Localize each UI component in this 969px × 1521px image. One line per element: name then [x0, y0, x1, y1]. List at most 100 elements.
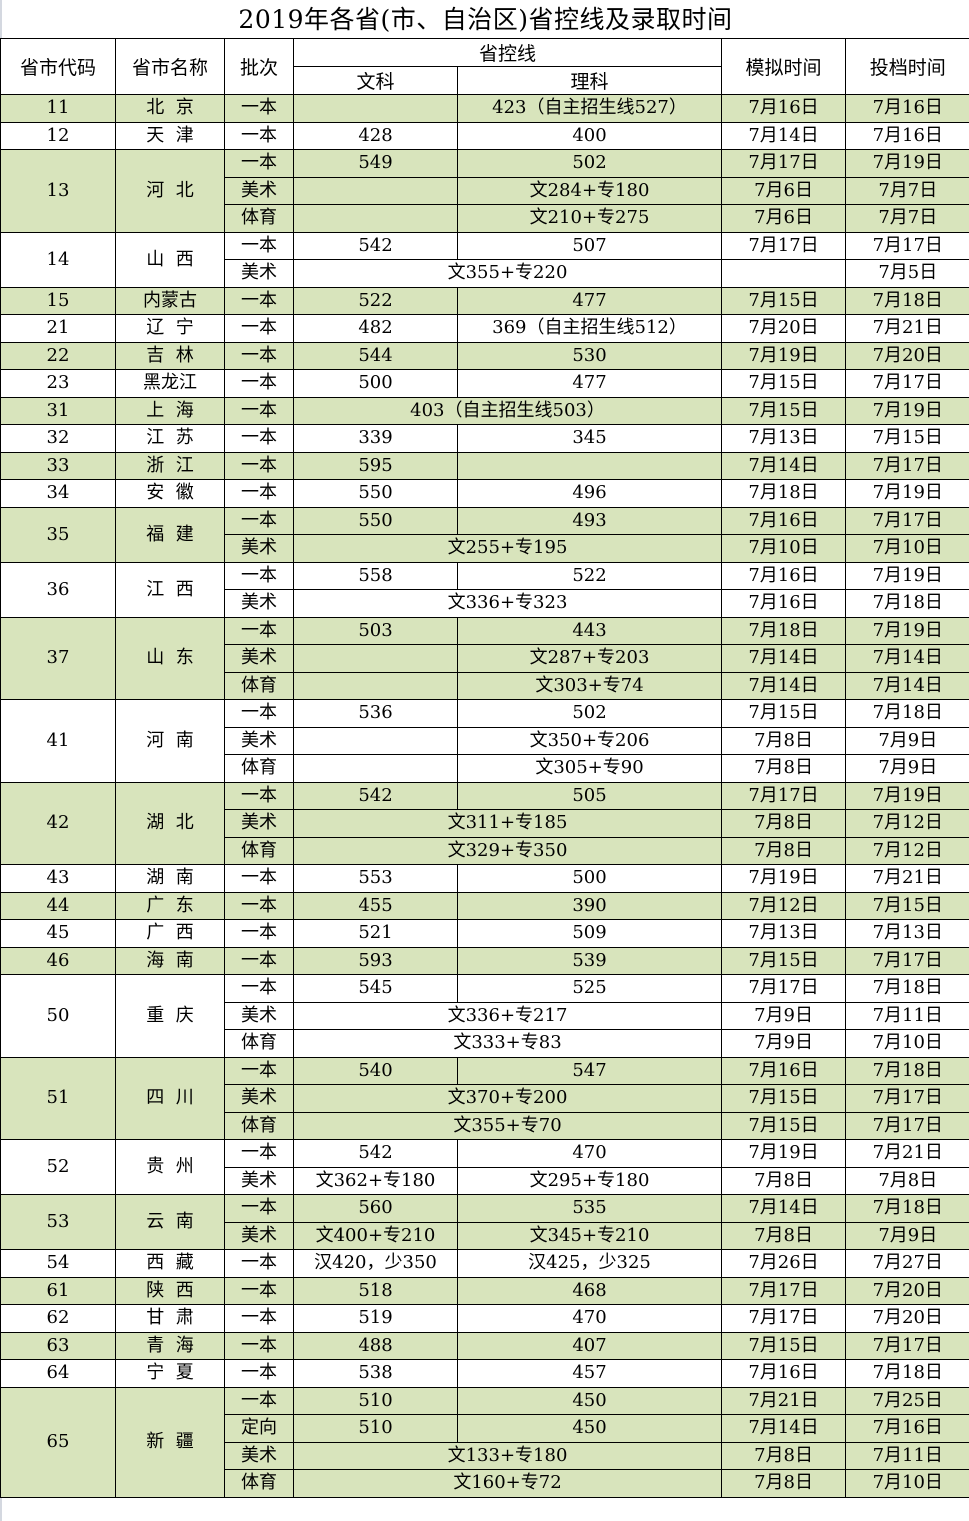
file-time-cell: 7月16日: [845, 94, 969, 123]
mock-time-cell: 7月8日: [721, 1166, 847, 1195]
province-name-cell: 陕 西: [115, 1276, 225, 1305]
mock-time-cell: 7月6日: [721, 176, 847, 205]
file-time-cell: 7月19日: [845, 781, 969, 810]
mock-time-cell: 7月15日: [721, 286, 847, 315]
table-row: 32 江 苏一本 339 345 7月13日 7月15日: [0, 424, 969, 453]
file-time-cell: 7月15日: [845, 891, 969, 920]
province-name-cell: 海 南: [115, 946, 225, 975]
batch-cell: 一本: [224, 1304, 294, 1333]
batch-cell: 美术: [224, 1221, 294, 1250]
arts-line-cell: 542: [293, 1139, 458, 1168]
arts-line-cell: 545: [293, 974, 458, 1003]
batch-cell: 一本: [224, 1386, 294, 1415]
mock-time-cell: 7月14日: [721, 644, 847, 673]
science-line-cell: 407: [456, 1331, 723, 1360]
file-time-cell: 7月8日: [845, 1166, 969, 1195]
batch-cell: 体育: [224, 1029, 294, 1058]
arts-line-cell: [293, 176, 458, 205]
arts-line-cell: 汉420，少350: [293, 1249, 458, 1278]
science-line-cell: 文303+专74: [456, 671, 723, 700]
table-row: 62 甘 肃一本 519 470 7月17日 7月20日: [0, 1304, 969, 1333]
file-time-cell: 7月17日: [845, 1331, 969, 1360]
arts-line-cell: 542: [293, 231, 458, 260]
batch-cell: 一本: [224, 1194, 294, 1223]
table-header: 省市代码 省市名称 批次 省控线 模拟时间 投档时间 文科 理科: [0, 38, 969, 95]
province-name-cell: 重 庆: [115, 974, 225, 1058]
batch-cell: 美术: [224, 644, 294, 673]
mock-time-cell: 7月15日: [721, 369, 847, 398]
province-code-cell: 35: [0, 506, 116, 563]
science-line-cell: 505: [456, 781, 723, 810]
table-row: 13 河 北一本 549 502 7月17日 7月19日: [0, 149, 969, 233]
science-line-cell: 477: [456, 286, 723, 315]
arts-line-cell: 553: [293, 864, 458, 893]
control-line-merged-cell: 文311+专185: [292, 809, 723, 838]
province-name-cell: 广 西: [115, 919, 225, 948]
arts-line-cell: 538: [293, 1359, 458, 1388]
science-line-cell: 443: [456, 616, 723, 645]
table-row: 15 内蒙古 一本 522 477 7月15日 7月18日: [0, 286, 969, 315]
province-name-cell: 江 苏: [115, 424, 225, 453]
province-code-cell: 61: [0, 1276, 116, 1305]
province-code-cell: 41: [0, 699, 116, 783]
science-line-cell: 文345+专210: [456, 1221, 723, 1250]
mock-time-cell: 7月14日: [721, 671, 847, 700]
control-line-merged-cell: 文255+专195: [292, 534, 723, 563]
mock-time-cell: [721, 259, 847, 288]
file-time-cell: 7月10日: [845, 534, 969, 563]
arts-line-cell: 519: [293, 1304, 458, 1333]
province-code-cell: 14: [0, 231, 116, 288]
mock-time-cell: 7月26日: [721, 1249, 847, 1278]
mock-time-cell: 7月16日: [721, 1056, 847, 1085]
file-time-cell: 7月20日: [845, 1304, 969, 1333]
table-body: 11 北 京一本 423（自主招生线527） 7月16日 7月16日 12 天 津一本 428…: [0, 94, 969, 1498]
spreadsheet: 2019年各省(市、自治区)省控线及录取时间 省市代码 省市名称 批次 省控线 …: [0, 0, 969, 1521]
province-code-cell: 65: [0, 1386, 116, 1498]
file-time-cell: 7月21日: [845, 1139, 969, 1168]
province-name-cell: 湖 南: [115, 864, 225, 893]
batch-cell: 体育: [224, 1469, 294, 1498]
province-code-cell: 46: [0, 946, 116, 975]
mock-time-cell: 7月13日: [721, 919, 847, 948]
province-code-cell: 44: [0, 891, 116, 920]
arts-line-cell: [293, 726, 458, 755]
table-row: 34 安 徽一本 550 496 7月18日 7月19日: [0, 479, 969, 508]
batch-cell: 体育: [224, 754, 294, 783]
table-row: 54 西 藏一本 汉420，少350 汉425，少325 7月26日 7月27日: [0, 1249, 969, 1278]
province-code-cell: 32: [0, 424, 116, 453]
table-row: 53 云 南一本 560 535 7月14日 7月18日: [0, 1194, 969, 1250]
table-row: 43 湖 南一本 553 500 7月19日 7月21日: [0, 864, 969, 893]
batch-cell: 一本: [224, 946, 294, 975]
file-time-cell: 7月20日: [845, 341, 969, 370]
mock-time-cell: 7月17日: [721, 974, 847, 1003]
control-line-merged-cell: 文336+专217: [292, 1001, 723, 1030]
mock-time-cell: 7月14日: [721, 121, 847, 150]
province-code-cell: 22: [0, 341, 116, 370]
file-time-cell: 7月17日: [845, 1111, 969, 1140]
mock-time-cell: 7月16日: [721, 94, 847, 123]
arts-line-cell: 339: [293, 424, 458, 453]
science-line-cell: 423（自主招生线527）: [456, 94, 723, 123]
mock-time-cell: 7月14日: [721, 1414, 847, 1443]
science-line-cell: 369（自主招生线512）: [456, 314, 723, 343]
arts-line-cell: 500: [293, 369, 458, 398]
file-time-cell: 7月11日: [845, 1441, 969, 1470]
province-code-cell: 45: [0, 919, 116, 948]
arts-line-cell: 593: [293, 946, 458, 975]
science-line-cell: 470: [456, 1139, 723, 1168]
mock-time-cell: 7月15日: [721, 946, 847, 975]
control-line-merged-cell: 文355+专220: [292, 259, 723, 288]
file-time-cell: 7月17日: [845, 451, 969, 480]
arts-line-cell: 550: [293, 506, 458, 535]
science-line-cell: 345: [456, 424, 723, 453]
file-time-cell: 7月5日: [845, 259, 969, 288]
science-line-cell: 539: [456, 946, 723, 975]
arts-line-cell: 518: [293, 1276, 458, 1305]
arts-line-cell: [293, 204, 458, 233]
table-row: 42 湖 北一本 542 505 7月17日 7月19日: [0, 781, 969, 865]
batch-cell: 一本: [224, 396, 294, 425]
batch-cell: 美术: [224, 259, 294, 288]
province-code-cell: 23: [0, 369, 116, 398]
province-name-cell: 新 疆: [115, 1386, 225, 1498]
mock-time-cell: 7月19日: [721, 341, 847, 370]
